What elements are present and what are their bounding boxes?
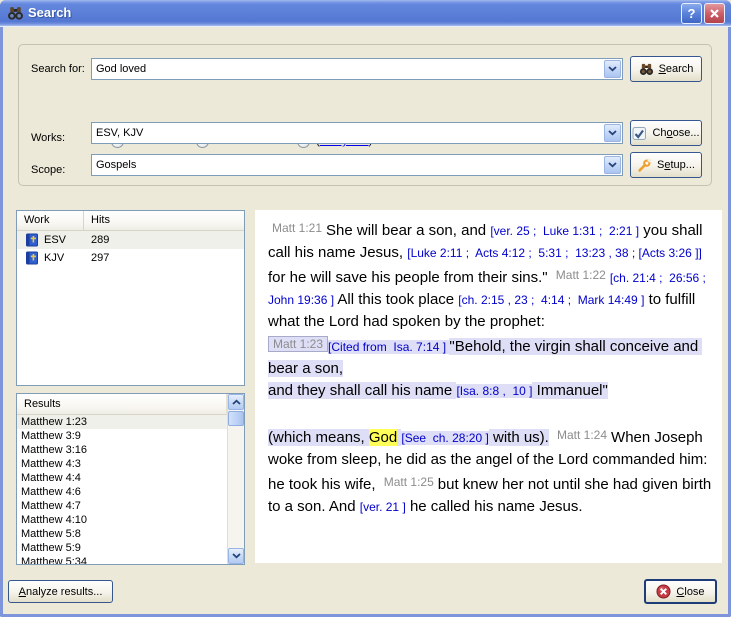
works-value: ESV, KJV — [92, 123, 622, 139]
chevron-down-icon — [232, 553, 241, 559]
close-button-label: Close — [676, 586, 704, 598]
cross-ref[interactable]: [Luke 2:11 ; Acts 4:12 ; 5:31 ; 13:23 , … — [407, 246, 702, 260]
cross-ref[interactable]: [ver. 21 ] — [360, 500, 406, 514]
binoculars-icon — [639, 62, 654, 77]
chevron-up-icon — [232, 399, 241, 405]
cross-ref-highlighted[interactable]: [See ch. 28:20 ] — [401, 431, 488, 445]
verse-text-highlighted: with us). — [489, 429, 549, 446]
search-criteria-group: Search for: God loved Search All wordsSo… — [18, 44, 712, 186]
choose-button-label: Choose... — [652, 127, 699, 139]
search-button[interactable]: Search — [630, 56, 702, 82]
verse-ref: Matt 1:24 — [553, 428, 611, 442]
scope-combo[interactable]: Gospels — [91, 154, 623, 176]
chevron-down-icon — [608, 66, 617, 72]
cross-ref-highlighted[interactable]: [Cited from Isa. 7:14 ] — [328, 340, 449, 354]
search-button-label: Search — [659, 63, 694, 75]
scroll-up-button[interactable] — [228, 394, 244, 410]
work-hits: 289 — [84, 234, 109, 246]
verse-ref-highlighted: Matt 1:23 — [268, 336, 328, 352]
result-item[interactable]: Matthew 4:6 — [17, 485, 227, 499]
verse-text-highlighted: Immanuel" — [532, 382, 607, 399]
chevron-down-icon — [608, 162, 617, 168]
scroll-thumb[interactable] — [228, 411, 244, 426]
close-window-button[interactable] — [704, 3, 725, 24]
results-header[interactable]: Results — [17, 394, 227, 415]
column-header-work[interactable]: Work — [17, 211, 84, 230]
book-icon — [25, 233, 39, 247]
result-item[interactable]: Matthew 4:3 — [17, 457, 227, 471]
column-header-hits[interactable]: Hits — [84, 211, 244, 230]
works-rows: ESV 289 KJV 297 — [17, 231, 244, 267]
checkmark-icon — [632, 126, 647, 141]
result-item[interactable]: Matthew 4:4 — [17, 471, 227, 485]
works-table-header: Work Hits — [17, 211, 244, 231]
work-row-esv[interactable]: ESV 289 — [17, 231, 244, 249]
verse-text-highlighted: (which means, — [268, 429, 369, 446]
choose-button[interactable]: Choose... — [630, 120, 702, 146]
result-item[interactable]: Matthew 4:7 — [17, 499, 227, 513]
setup-button-label: Setup... — [657, 159, 695, 171]
close-icon — [709, 8, 720, 19]
chevron-down-icon — [608, 130, 617, 136]
verse-text: She will bear a son, and — [326, 222, 490, 239]
result-item[interactable]: Matthew 3:16 — [17, 443, 227, 457]
preview-panel: Matt 1:21She will bear a son, and [ver. … — [255, 210, 722, 563]
work-name: KJV — [44, 252, 64, 264]
combo-arrow-button[interactable] — [604, 124, 621, 142]
window-title: Search — [28, 5, 71, 20]
search-for-combo[interactable]: God loved — [91, 58, 623, 80]
match-highlight: God — [369, 429, 397, 446]
works-combo[interactable]: ESV, KJV — [91, 122, 623, 144]
scroll-track[interactable] — [228, 426, 244, 548]
verse-text: All this took place — [334, 291, 458, 308]
help-button[interactable]: ? — [681, 3, 702, 24]
work-name: ESV — [44, 234, 66, 246]
scope-value: Gospels — [92, 155, 622, 171]
close-icon — [656, 584, 671, 599]
search-for-label: Search for: — [31, 63, 85, 75]
work-hits: 297 — [84, 252, 109, 264]
result-item[interactable]: Matthew 5:9 — [17, 541, 227, 555]
work-row-kjv[interactable]: KJV 297 — [17, 249, 244, 267]
search-dialog: Search ? Search for: God loved Search — [0, 0, 731, 617]
result-item[interactable]: Matthew 5:34 — [17, 555, 227, 564]
verse-ref: Matt 1:21 — [268, 221, 326, 235]
results-scrollbar[interactable] — [227, 394, 244, 564]
analyze-button-label: Analyze results... — [19, 586, 103, 598]
scope-label: Scope: — [31, 164, 65, 176]
verse-text-highlighted: and they shall call his name — [268, 382, 456, 399]
analyze-button[interactable]: Analyze results... — [8, 580, 113, 603]
cross-ref[interactable]: [ch. 2:15 , 23 ; 4:14 ; Mark 14:49 ] — [458, 293, 644, 307]
scroll-down-button[interactable] — [228, 548, 244, 564]
cross-ref-highlighted[interactable]: [Isa. 8:8 , 10 ] — [456, 384, 532, 398]
combo-arrow-button[interactable] — [604, 60, 621, 78]
works-hits-table: Work Hits ESV 289 KJV 297 — [16, 210, 245, 386]
result-item[interactable]: Matthew 4:10 — [17, 513, 227, 527]
verse-ref: Matt 1:25 — [380, 475, 438, 489]
close-button[interactable]: Close — [644, 579, 717, 604]
result-item[interactable]: Matthew 1:23 — [17, 415, 227, 429]
wrench-icon — [637, 158, 652, 173]
verse-ref: Matt 1:22 — [552, 268, 610, 282]
titlebar[interactable]: Search ? — [0, 0, 731, 27]
setup-button[interactable]: Setup... — [630, 152, 702, 178]
combo-arrow-button[interactable] — [604, 156, 621, 174]
result-item[interactable]: Matthew 5:8 — [17, 527, 227, 541]
works-label: Works: — [31, 132, 65, 144]
binoculars-icon — [7, 5, 24, 22]
book-icon — [25, 251, 39, 265]
result-item[interactable]: Matthew 3:9 — [17, 429, 227, 443]
search-for-value: God loved — [92, 59, 622, 75]
results-panel: Results Matthew 1:23Matthew 3:9Matthew 3… — [16, 393, 245, 565]
cross-ref[interactable]: [ver. 25 ; Luke 1:31 ; 2:21 ] — [490, 224, 639, 238]
results-list: Matthew 1:23Matthew 3:9Matthew 3:16Matth… — [17, 415, 227, 564]
verse-text: he called his name Jesus. — [406, 498, 583, 515]
